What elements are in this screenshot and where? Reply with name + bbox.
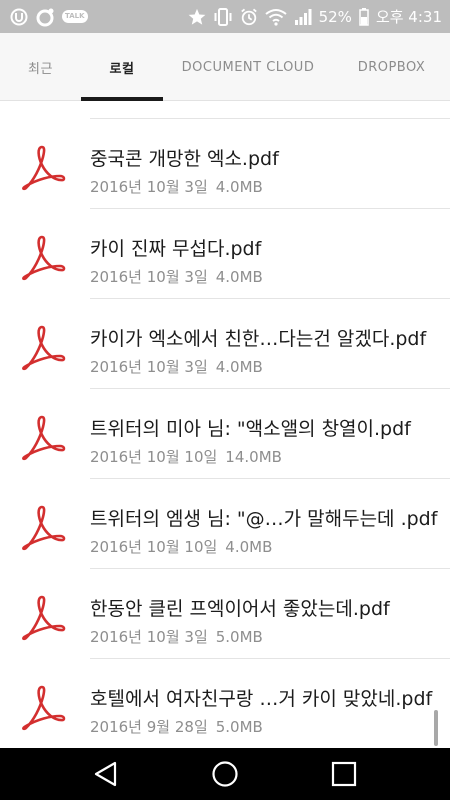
file-meta: 2016년 10월 10일 4.0MB bbox=[90, 536, 272, 557]
file-list-item[interactable]: 중국콘 개망한 엑소.pdf 2016년 10월 3일 4.0MB bbox=[0, 119, 450, 209]
kakao-icon bbox=[35, 7, 55, 27]
file-size: 4.0MB bbox=[225, 538, 273, 556]
signal-icon bbox=[294, 8, 312, 26]
navigation-bar bbox=[0, 748, 450, 800]
file-name: 카이 진짜 무섭다.pdf bbox=[90, 238, 262, 260]
tab-recent[interactable]: 최근 bbox=[0, 33, 81, 101]
file-meta: 2016년 10월 3일 4.0MB bbox=[90, 266, 263, 287]
file-meta: 2016년 10월 10일 14.0MB bbox=[90, 446, 282, 467]
file-list-item[interactable]: 한동안 클린 프엑이어서 좋았는데.pdf 2016년 10월 3일 5.0MB bbox=[0, 569, 450, 659]
tab-bar: 최근 로컬 DOCUMENT CLOUD DROPBOX bbox=[0, 33, 450, 101]
clock: 오후 4:31 bbox=[375, 8, 442, 26]
file-list-item[interactable]: 호텔에서 여자친구랑 …거 카이 맞았네.pdf 2016년 9월 28일 5.0… bbox=[0, 659, 450, 748]
kakaotalk-icon: TALK bbox=[62, 10, 88, 23]
file-size: 4.0MB bbox=[215, 358, 263, 376]
file-name: 중국콘 개망한 엑소.pdf bbox=[90, 148, 279, 170]
status-bar: TALK 52% 오후 4:31 bbox=[0, 0, 450, 33]
kakaotalk-label: TALK bbox=[62, 10, 88, 23]
file-date: 2016년 10월 3일 bbox=[90, 628, 208, 646]
file-size: 4.0MB bbox=[215, 268, 263, 286]
vibrate-icon bbox=[213, 7, 233, 26]
file-date: 2016년 9월 28일 bbox=[90, 718, 208, 736]
file-date: 2016년 10월 10일 bbox=[90, 448, 218, 466]
wifi-icon bbox=[264, 8, 287, 26]
adobe-pdf-icon bbox=[22, 325, 66, 371]
file-name: 트위터의 엠생 님: "@…가 말해두는데 .pdf bbox=[90, 508, 438, 530]
file-list[interactable]: 중국콘 개망한 엑소.pdf 2016년 10월 3일 4.0MB 카이 진짜 무… bbox=[0, 101, 450, 748]
file-name: 카이가 엑소에서 친한…다는건 알겠다.pdf bbox=[90, 328, 427, 350]
home-icon[interactable] bbox=[209, 758, 241, 790]
adobe-pdf-icon bbox=[22, 415, 66, 461]
file-name: 호텔에서 여자친구랑 …거 카이 맞았네.pdf bbox=[90, 688, 433, 710]
tab-local[interactable]: 로컬 bbox=[81, 33, 163, 101]
adobe-pdf-icon bbox=[22, 685, 66, 731]
battery-percent: 52% bbox=[318, 7, 352, 26]
file-size: 14.0MB bbox=[225, 448, 282, 466]
file-date: 2016년 10월 3일 bbox=[90, 358, 208, 376]
file-date: 2016년 10월 3일 bbox=[90, 178, 208, 196]
adobe-pdf-icon bbox=[22, 595, 66, 641]
battery-icon bbox=[359, 7, 369, 26]
file-list-item[interactable]: 카이 진짜 무섭다.pdf 2016년 10월 3일 4.0MB bbox=[0, 209, 450, 299]
tab-document-cloud[interactable]: DOCUMENT CLOUD bbox=[163, 33, 333, 101]
file-list-item[interactable]: 트위터의 미아 님: "액소앨의 창열이.pdf 2016년 10월 10일 14… bbox=[0, 389, 450, 479]
u-plus-icon bbox=[10, 8, 28, 26]
status-bar-right: 52% 오후 4:31 bbox=[188, 6, 442, 27]
file-meta: 2016년 10월 3일 4.0MB bbox=[90, 176, 263, 197]
file-size: 5.0MB bbox=[215, 628, 263, 646]
file-list-item[interactable]: 카이가 엑소에서 친한…다는건 알겠다.pdf 2016년 10월 3일 4.0M… bbox=[0, 299, 450, 389]
file-size: 5.0MB bbox=[215, 718, 263, 736]
file-size: 4.0MB bbox=[215, 178, 263, 196]
file-date: 2016년 10월 10일 bbox=[90, 538, 218, 556]
file-list-item[interactable]: 트위터의 엠생 님: "@…가 말해두는데 .pdf 2016년 10월 10일… bbox=[0, 479, 450, 569]
file-name: 한동안 클린 프엑이어서 좋았는데.pdf bbox=[90, 598, 390, 620]
file-meta: 2016년 9월 28일 5.0MB bbox=[90, 716, 263, 737]
star-icon bbox=[188, 8, 206, 26]
file-meta: 2016년 10월 3일 4.0MB bbox=[90, 356, 263, 377]
adobe-pdf-icon bbox=[22, 505, 66, 551]
recents-icon[interactable] bbox=[328, 758, 360, 790]
adobe-pdf-icon bbox=[22, 145, 66, 191]
file-name: 트위터의 미아 님: "액소앨의 창열이.pdf bbox=[90, 418, 411, 440]
file-meta: 2016년 10월 3일 5.0MB bbox=[90, 626, 263, 647]
back-icon[interactable] bbox=[90, 758, 122, 790]
alarm-icon bbox=[240, 8, 258, 26]
tab-dropbox[interactable]: DROPBOX bbox=[333, 33, 450, 101]
status-bar-left: TALK bbox=[10, 7, 88, 27]
scrollbar[interactable] bbox=[434, 710, 438, 746]
adobe-pdf-icon bbox=[22, 235, 66, 281]
file-date: 2016년 10월 3일 bbox=[90, 268, 208, 286]
